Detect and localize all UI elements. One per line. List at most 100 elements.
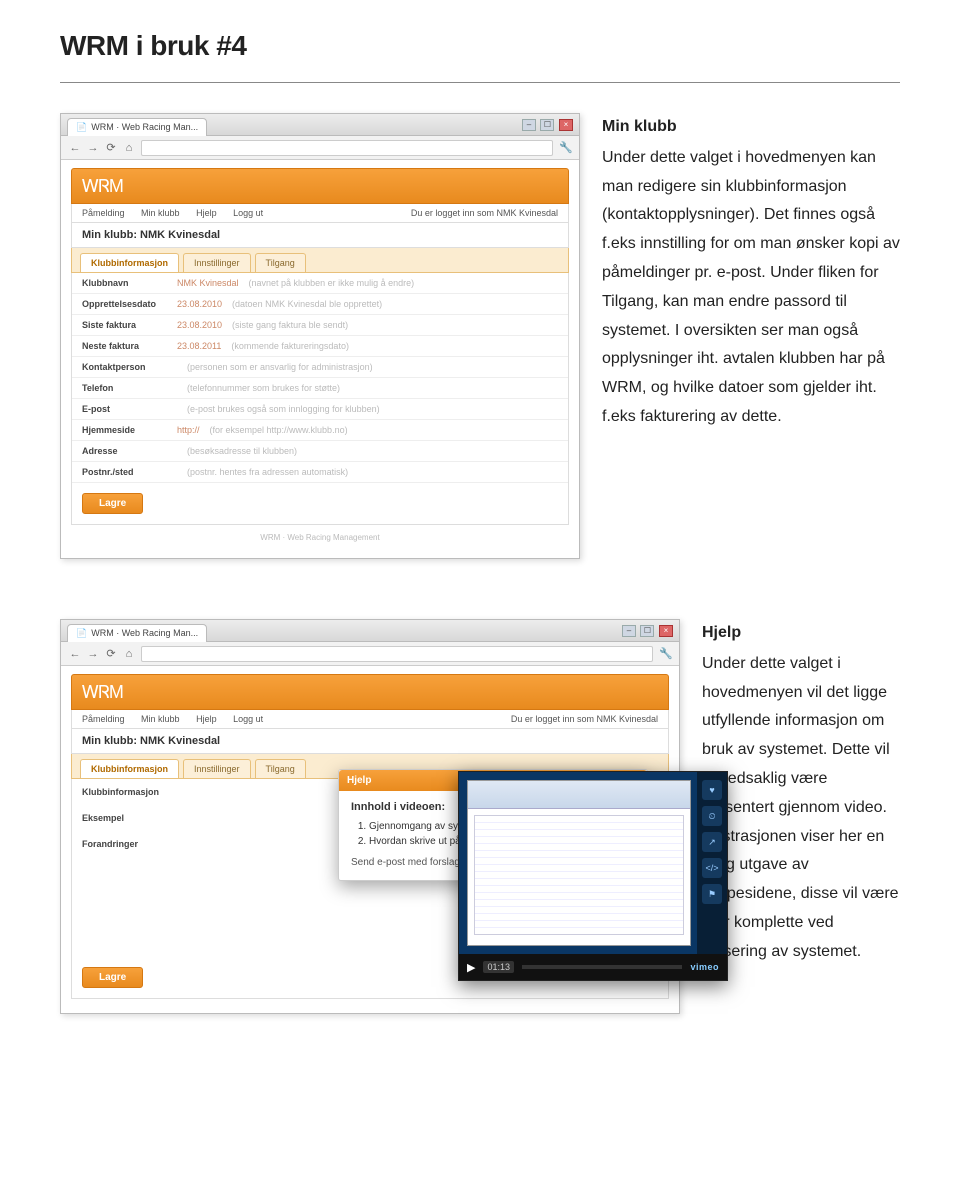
menu-item-min-klubb[interactable]: Min klubb (141, 714, 180, 724)
tab-innstillinger[interactable]: Innstillinger (183, 253, 251, 272)
browser-toolbar: ← → ⟳ ⌂ 🔧 (61, 642, 679, 666)
form-row: Telefon(telefonnummer som brukes for stø… (72, 378, 568, 399)
section-min-klubb: 📄 WRM · Web Racing Man... – ☐ × ← → ⟳ ⌂ … (60, 113, 900, 559)
nav-reload-icon[interactable]: ⟳ (105, 647, 117, 660)
url-bar[interactable] (141, 646, 653, 662)
field-label: E-post (82, 404, 177, 414)
menu-item-hjelp[interactable]: Hjelp (196, 208, 217, 218)
section-heading: Hjelp (702, 619, 900, 648)
tools-icon[interactable]: 🔧 (559, 141, 571, 154)
section-hjelp: 📄 WRM · Web Racing Man... – ☐ × ← → ⟳ ⌂ … (60, 619, 900, 1014)
watch-later-icon[interactable]: ⏲ (702, 806, 722, 826)
window-minimize-icon[interactable]: – (622, 625, 636, 637)
nav-home-icon[interactable]: ⌂ (123, 142, 135, 154)
menu-item-logg-ut[interactable]: Logg ut (233, 714, 263, 724)
page-title: WRM i bruk #4 (60, 30, 900, 62)
field-hint: (navnet på klubben er ikke mulig å endre… (249, 278, 415, 288)
tools-icon[interactable]: 🔧 (659, 647, 671, 660)
save-button[interactable]: Lagre (82, 967, 143, 988)
form-row: E-post(e-post brukes også som innlogging… (72, 399, 568, 420)
field-label: Siste faktura (82, 320, 177, 330)
form-row: Hjemmesidehttp:// (for eksempel http://ww… (72, 420, 568, 441)
video-controls: ▶ 01:13 vimeo (459, 954, 727, 980)
tab-tilgang[interactable]: Tilgang (255, 253, 306, 272)
form-row: Kontaktperson (personen som er ansvarlig … (72, 357, 568, 378)
field-hint: (telefonnummer som brukes for støtte) (187, 383, 340, 393)
video-word-ribbon (468, 781, 690, 809)
play-icon[interactable]: ▶ (467, 961, 475, 974)
nav-home-icon[interactable]: ⌂ (123, 648, 135, 660)
url-bar[interactable] (141, 140, 553, 156)
section-heading: Min klubb (602, 113, 900, 142)
tabs-row: Klubbinformasjon Innstillinger Tilgang (71, 248, 569, 273)
page-favicon: 📄 (76, 628, 87, 639)
embed-icon[interactable]: </> (702, 858, 722, 878)
window-close-icon[interactable]: × (559, 119, 573, 131)
app-footer: WRM · Web Racing Management (71, 525, 569, 544)
field-label: Neste faktura (82, 341, 177, 351)
nav-forward-icon[interactable]: → (87, 142, 99, 154)
menu-item-min-klubb[interactable]: Min klubb (141, 208, 180, 218)
menu-item-hjelp[interactable]: Hjelp (196, 714, 217, 724)
field-hint: (personen som er ansvarlig for administr… (187, 362, 373, 372)
tab-klubbinformasjon[interactable]: Klubbinformasjon (80, 759, 179, 778)
nav-reload-icon[interactable]: ⟳ (105, 141, 117, 154)
video-sidebar: ♥ ⏲ ↗ </> ⚑ (697, 772, 727, 954)
menu-item-pamelding[interactable]: Påmelding (82, 714, 125, 724)
separator (60, 82, 900, 83)
app-menu: Påmelding Min klubb Hjelp Logg ut Du er … (71, 710, 669, 729)
field-value: NMK Kvinesdal (177, 278, 239, 288)
tab-tilgang[interactable]: Tilgang (255, 759, 306, 778)
field-label: Postnr./sted (82, 467, 177, 477)
field-label: Hjemmeside (82, 425, 177, 435)
help-content: Klubbinformasjon Eksempel Forandringer L… (71, 779, 669, 999)
flag-icon[interactable]: ⚑ (702, 884, 722, 904)
browser-tab[interactable]: 📄 WRM · Web Racing Man... (67, 118, 207, 136)
field-value: 23.08.2010 (177, 299, 222, 309)
breadcrumb: Min klubb: NMK Kvinesdal (71, 729, 669, 754)
form-row: Neste faktura23.08.2011(kommende fakture… (72, 336, 568, 357)
page-favicon: 📄 (76, 122, 87, 133)
form-row: Adresse(besøksadresse til klubben) (72, 441, 568, 462)
save-button[interactable]: Lagre (82, 493, 143, 514)
form-row: KlubbnavnNMK Kvinesdal (navnet på klubben… (72, 273, 568, 294)
section-text: Min klubb Under dette valget i hovedmeny… (602, 113, 900, 432)
window-close-icon[interactable]: × (659, 625, 673, 637)
tab-klubbinformasjon[interactable]: Klubbinformasjon (80, 253, 179, 272)
like-icon[interactable]: ♥ (702, 780, 722, 800)
browser-tab-title: WRM · Web Racing Man... (91, 628, 198, 638)
app-header: ᎳᏒΜ (71, 674, 669, 710)
field-hint: (datoen NMK Kvinesdal ble opprettet) (232, 299, 382, 309)
menu-item-logg-ut[interactable]: Logg ut (233, 208, 263, 218)
section-body: Under dette valget i hovedmenyen vil det… (702, 650, 900, 967)
field-value[interactable]: http:// (177, 425, 200, 435)
logged-in-label: Du er logget inn som NMK Kvinesdal (411, 208, 558, 218)
field-label: Kontaktperson (82, 362, 177, 372)
field-label: Klubbnavn (82, 278, 177, 288)
nav-back-icon[interactable]: ← (69, 142, 81, 154)
tab-innstillinger[interactable]: Innstillinger (183, 759, 251, 778)
app-logo: ᎳᏒΜ (82, 682, 123, 703)
field-value: 23.08.2010 (177, 320, 222, 330)
field-hint: (siste gang faktura ble sendt) (232, 320, 348, 330)
window-maximize-icon[interactable]: ☐ (540, 119, 554, 131)
menu-item-pamelding[interactable]: Påmelding (82, 208, 125, 218)
nav-back-icon[interactable]: ← (69, 648, 81, 660)
field-hint: (kommende faktureringsdato) (231, 341, 349, 351)
window-maximize-icon[interactable]: ☐ (640, 625, 654, 637)
form-area: KlubbnavnNMK Kvinesdal (navnet på klubben… (71, 273, 569, 525)
field-label: Opprettelsesdato (82, 299, 177, 309)
browser-tab[interactable]: 📄 WRM · Web Racing Man... (67, 624, 207, 642)
screenshot-hjelp: 📄 WRM · Web Racing Man... – ☐ × ← → ⟳ ⌂ … (60, 619, 680, 1014)
share-icon[interactable]: ↗ (702, 832, 722, 852)
browser-tab-title: WRM · Web Racing Man... (91, 122, 198, 132)
window-minimize-icon[interactable]: – (522, 119, 536, 131)
video-player[interactable]: ♥ ⏲ ↗ </> ⚑ ▶ 01:13 vimeo (458, 771, 728, 981)
field-hint: (besøksadresse til klubben) (187, 446, 297, 456)
video-progress[interactable] (522, 965, 682, 969)
field-hint: (for eksempel http://www.klubb.no) (210, 425, 348, 435)
browser-titlebar: 📄 WRM · Web Racing Man... – ☐ × (61, 620, 679, 642)
nav-forward-icon[interactable]: → (87, 648, 99, 660)
screenshot-min-klubb: 📄 WRM · Web Racing Man... – ☐ × ← → ⟳ ⌂ … (60, 113, 580, 559)
video-time: 01:13 (483, 961, 514, 973)
